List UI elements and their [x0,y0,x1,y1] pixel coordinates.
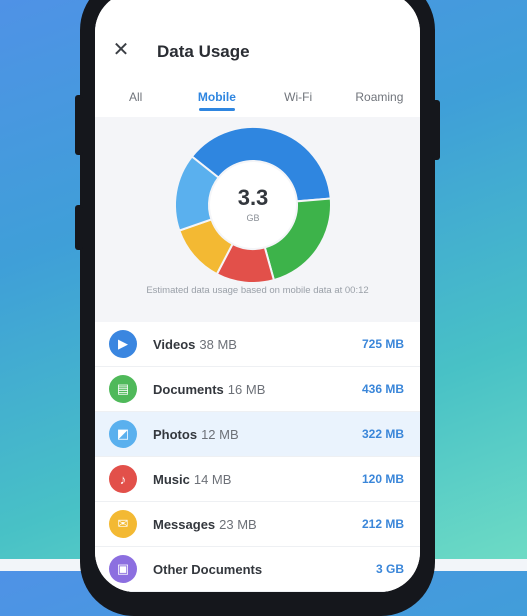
list-item-count: 12 MB [201,426,239,442]
list-item-size: 3 GB [375,562,404,576]
chart-caption: Estimated data usage based on mobile dat… [146,285,369,296]
list-item-size: 120 MB [361,472,404,486]
list-item[interactable]: ▣ Other Documents 3 GB [95,547,420,592]
tab-roaming[interactable]: Roaming [339,84,420,117]
tab-all[interactable]: All [95,84,176,117]
list-item-size: 212 MB [361,517,404,531]
list-item-label: Music 14 MB [153,471,232,487]
app-header: ✕ Data Usage All Mobile Wi-Fi Roaming [95,0,420,117]
list-item-label: Documents 16 MB [153,381,266,397]
phone-volume-up-button [75,95,83,155]
list-item[interactable]: ♪ Music 14 MB 120 MB [95,457,420,502]
category-list: ▶ Videos 38 MB 725 MB ▤ Documents 16 MB 436 MB ◩… [95,322,420,592]
list-item-count: 23 MB [219,516,257,532]
center-usage-value: 3.3 [238,185,269,210]
list-item-count: 16 MB [227,381,266,397]
music-icon: ♪ [109,465,137,493]
phone-volume-down-button [75,205,83,250]
center-usage-unit: GB [246,213,259,223]
page-title: Data Usage [157,42,250,61]
list-item-label: Photos 12 MB [153,426,239,442]
list-item-count: 14 MB [193,471,232,487]
list-item-size: 725 MB [361,337,404,351]
folder-icon: ▣ [109,555,137,583]
list-item-count: 38 MB [199,336,237,352]
list-item-label: Other Documents [153,561,263,577]
document-icon: ▤ [109,375,137,403]
tab-mobile[interactable]: Mobile [176,84,257,117]
tab-bar: All Mobile Wi-Fi Roaming [95,84,420,117]
list-item-size: 322 MB [361,427,404,441]
usage-chart-area: 3.3 GB Estimated data usage based on mob… [95,117,420,322]
list-item-size: 436 MB [361,382,404,396]
list-item[interactable]: ▶ Videos 38 MB 725 MB [95,322,420,367]
play-icon: ▶ [109,330,137,358]
phone-screen: ✕ Data Usage All Mobile Wi-Fi Roaming 3.… [95,0,420,592]
list-item[interactable]: ▤ Documents 16 MB 436 MB [95,367,420,412]
phone-power-button [432,100,440,160]
list-item[interactable]: ◩ Photos 12 MB 322 MB [95,412,420,457]
photo-icon: ◩ [109,420,137,448]
message-icon: ✉ [109,510,137,538]
list-item-label: Videos 38 MB [153,336,237,352]
list-item[interactable]: ✉ Messages 23 MB 212 MB [95,502,420,547]
tab-wifi[interactable]: Wi-Fi [258,84,339,117]
close-icon[interactable]: ✕ [109,38,133,62]
list-item-label: Messages 23 MB [153,516,257,532]
